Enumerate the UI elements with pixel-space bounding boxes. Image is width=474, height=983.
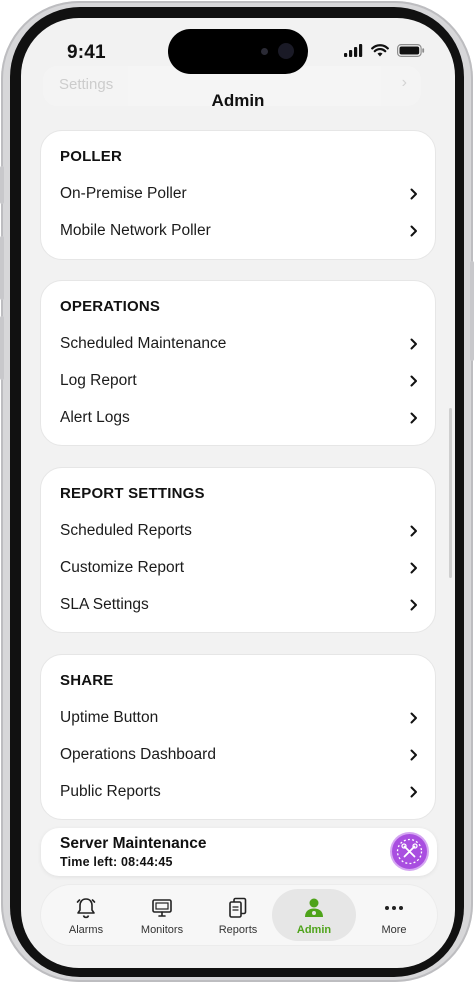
- tab-label: Admin: [296, 924, 332, 936]
- list-item-operations-dashboard[interactable]: Operations Dashboard: [41, 737, 435, 774]
- wifi-icon: [371, 44, 389, 57]
- maintenance-time-left: Time left: 08:44:45: [60, 855, 173, 869]
- chevron-right-icon: [410, 375, 417, 387]
- list-item-mobile-network-poller[interactable]: Mobile Network Poller: [41, 213, 435, 250]
- tab-label: More: [381, 924, 407, 936]
- section-title: SHARE: [60, 672, 114, 689]
- chevron-right-icon: [410, 225, 417, 237]
- bell-icon: [76, 898, 96, 919]
- screen: Settings › 9:41 Admin POLLER On-Premise …: [21, 18, 455, 968]
- list-item-label: Log Report: [60, 372, 137, 389]
- tab-monitors[interactable]: Monitors: [124, 885, 200, 945]
- list-item-sla-settings[interactable]: SLA Settings: [41, 587, 435, 624]
- section-title: REPORT SETTINGS: [60, 485, 205, 502]
- tab-admin[interactable]: Admin: [272, 889, 356, 941]
- dynamic-island: [168, 29, 308, 74]
- chevron-right-icon: [410, 338, 417, 350]
- list-item-label: Customize Report: [60, 559, 185, 576]
- power-button: [470, 261, 474, 361]
- list-item-customize-report[interactable]: Customize Report: [41, 550, 435, 587]
- admin-user-icon: [305, 898, 323, 917]
- action-button: [0, 166, 4, 204]
- maintenance-button[interactable]: [392, 834, 427, 869]
- tab-more[interactable]: More: [356, 885, 432, 945]
- list-item-label: Public Reports: [60, 783, 161, 800]
- tab-label: Monitors: [140, 924, 184, 936]
- status-time: 9:41: [67, 42, 106, 63]
- list-item-label: Scheduled Reports: [60, 522, 192, 539]
- section-operations: OPERATIONS Scheduled Maintenance Log Rep…: [40, 280, 436, 446]
- list-item-on-premise-poller[interactable]: On-Premise Poller: [41, 176, 435, 213]
- scrollbar[interactable]: [449, 408, 452, 578]
- tab-alarms[interactable]: Alarms: [48, 885, 124, 945]
- status-icons: [344, 44, 425, 57]
- list-item-public-reports[interactable]: Public Reports: [41, 774, 435, 811]
- list-item-label: Mobile Network Poller: [60, 222, 211, 239]
- section-title: POLLER: [60, 148, 123, 165]
- chevron-right-icon: [410, 525, 417, 537]
- reports-icon: [229, 897, 247, 918]
- chevron-right-icon: [410, 562, 417, 574]
- cellular-signal-icon: [344, 44, 363, 57]
- section-title: OPERATIONS: [60, 298, 161, 315]
- section-poller: POLLER On-Premise Poller Mobile Network …: [40, 130, 436, 260]
- camera-icon: [278, 43, 294, 59]
- chevron-right-icon: [410, 412, 417, 424]
- chevron-right-icon: [410, 712, 417, 724]
- list-item-label: Uptime Button: [60, 709, 159, 726]
- list-item-label: Alert Logs: [60, 409, 130, 426]
- battery-icon: [397, 44, 425, 57]
- maintenance-banner[interactable]: Server Maintenance Time left: 08:44:45: [41, 828, 437, 876]
- tab-label: Reports: [218, 924, 258, 936]
- list-item-alert-logs[interactable]: Alert Logs: [41, 400, 435, 437]
- list-item-label: Operations Dashboard: [60, 746, 216, 763]
- chevron-right-icon: [410, 188, 417, 200]
- more-dots-icon: [385, 906, 403, 910]
- monitor-icon: [152, 899, 172, 917]
- volume-down-button: [0, 316, 4, 380]
- section-report-settings: REPORT SETTINGS Scheduled Reports Custom…: [40, 467, 436, 633]
- list-item-label: On-Premise Poller: [60, 185, 187, 202]
- list-item-scheduled-reports[interactable]: Scheduled Reports: [41, 513, 435, 550]
- tab-label: Alarms: [68, 924, 104, 936]
- tab-reports[interactable]: Reports: [200, 885, 276, 945]
- chevron-right-icon: [410, 599, 417, 611]
- maintenance-title: Server Maintenance: [60, 835, 207, 852]
- chevron-right-icon: [410, 749, 417, 761]
- list-item-uptime-button[interactable]: Uptime Button: [41, 700, 435, 737]
- volume-up-button: [0, 236, 4, 300]
- sensor-dot: [261, 48, 268, 55]
- section-share: SHARE Uptime Button Operations Dashboard…: [40, 654, 436, 820]
- list-item-scheduled-maintenance[interactable]: Scheduled Maintenance: [41, 326, 435, 363]
- list-item-label: SLA Settings: [60, 596, 149, 613]
- maintenance-tools-icon: [396, 838, 423, 865]
- background-chevron-icon: ›: [401, 74, 407, 91]
- chevron-right-icon: [410, 786, 417, 798]
- tab-bar: Alarms Monitors Reports Admin More: [41, 885, 437, 945]
- phone-frame: Settings › 9:41 Admin POLLER On-Premise …: [0, 1, 474, 982]
- list-item-log-report[interactable]: Log Report: [41, 363, 435, 400]
- list-item-label: Scheduled Maintenance: [60, 335, 227, 352]
- page-title: Admin: [211, 91, 265, 110]
